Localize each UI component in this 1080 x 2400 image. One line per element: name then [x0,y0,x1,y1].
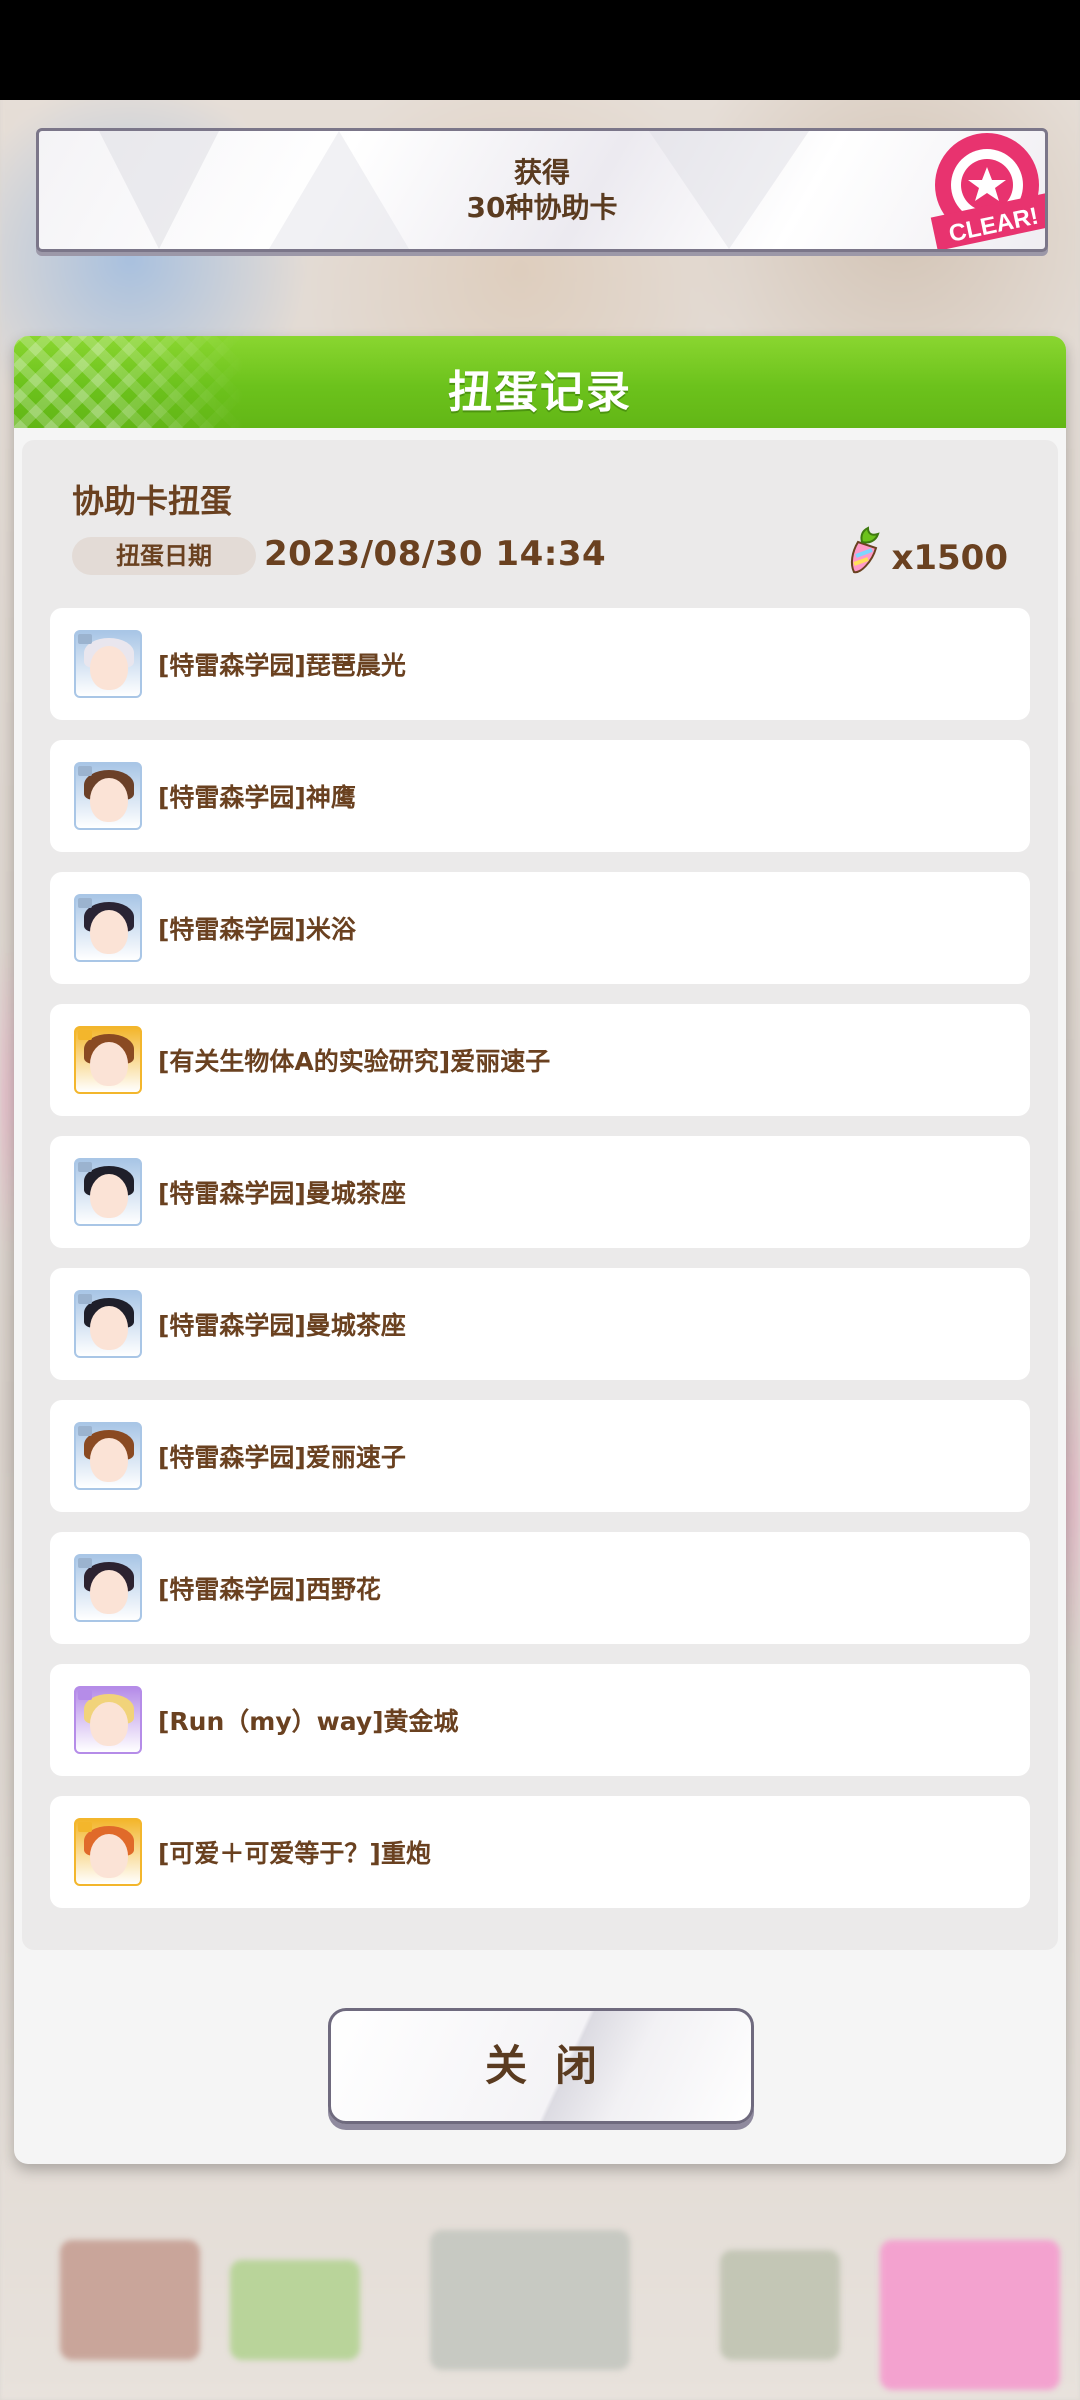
card-name: [可爱＋可爱等于？]重炮 [158,1839,431,1868]
achievement-line2: 30种协助卡 [466,191,618,224]
list-item[interactable]: [特雷森学园]米浴 [50,872,1030,984]
status-bar [0,0,1080,100]
character-portrait-icon [74,630,142,698]
clear-stamp-icon: CLEAR! [930,133,1045,249]
character-portrait-icon [74,1554,142,1622]
list-item[interactable]: [特雷森学园]神鹰 [50,740,1030,852]
list-item[interactable]: [有关生物体A的实验研究]爱丽速子 [50,1004,1030,1116]
list-item[interactable]: [可爱＋可爱等于？]重炮 [50,1796,1030,1908]
list-item[interactable]: [特雷森学园]爱丽速子 [50,1400,1030,1512]
list-item[interactable]: [特雷森学园]曼城茶座 [50,1268,1030,1380]
card-name: [特雷森学园]曼城茶座 [158,1179,406,1208]
achievement-banner: 获得 30种协助卡 CLEAR! [36,128,1048,252]
card-name: [特雷森学园]西野花 [158,1575,381,1604]
card-name: [特雷森学园]米浴 [158,915,356,944]
close-button[interactable]: 关闭 [328,2008,754,2124]
character-portrait-icon [74,1686,142,1754]
blurred-bottom-nav [0,2220,1080,2400]
date-value: 2023/08/30 14:34 [264,534,607,574]
character-portrait-icon [74,1818,142,1886]
card-name: [特雷森学园]爱丽速子 [158,1443,406,1472]
card-name: [有关生物体A的实验研究]爱丽速子 [158,1047,551,1076]
dialog-header: 扭蛋记录 [14,336,1066,428]
list-item[interactable]: [特雷森学园]西野花 [50,1532,1030,1644]
character-portrait-icon [74,1026,142,1094]
section-title: 协助卡扭蛋 [72,482,233,520]
card-name: [特雷森学园]曼城茶座 [158,1311,406,1340]
card-name: [Run（my）way]黄金城 [158,1707,459,1736]
dialog-title: 扭蛋记录 [448,367,632,418]
character-portrait-icon [74,894,142,962]
character-portrait-icon [74,1422,142,1490]
list-item[interactable]: [特雷森学园]曼城茶座 [50,1136,1030,1248]
gacha-history-dialog: 扭蛋记录 协助卡扭蛋 扭蛋日期 2023/08/30 14:34 x1500 [… [14,336,1066,2164]
achievement-line1: 获得 [513,156,570,189]
character-portrait-icon [74,1158,142,1226]
carrot-icon [850,526,880,574]
card-name: [特雷森学园]琵琶晨光 [158,651,406,680]
achievement-text: 获得 30种协助卡 [39,155,1045,225]
character-portrait-icon [74,762,142,830]
list-item[interactable]: [Run（my）way]黄金城 [50,1664,1030,1776]
cost-value: x1500 [891,538,1008,578]
character-portrait-icon [74,1290,142,1358]
date-label: 扭蛋日期 [72,537,256,575]
card-name: [特雷森学园]神鹰 [158,783,356,812]
list-item[interactable]: [特雷森学园]琵琶晨光 [50,608,1030,720]
